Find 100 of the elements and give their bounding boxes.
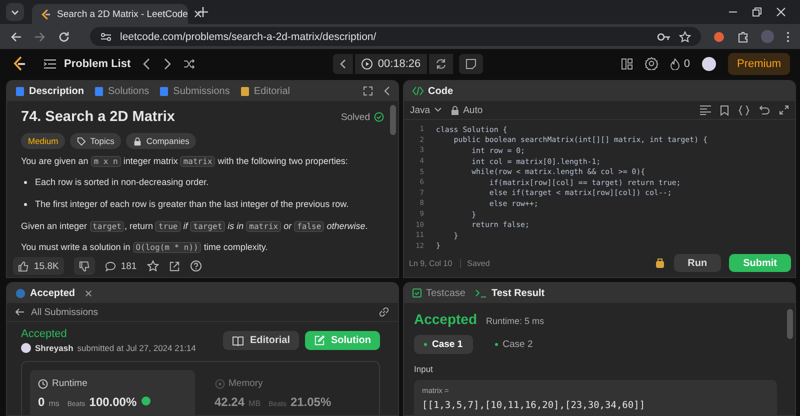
run-button[interactable]: Run [674,254,722,272]
checkbox-icon [412,288,422,298]
user-avatar[interactable] [702,56,716,70]
undo-icon[interactable] [759,104,770,116]
reload-icon[interactable] [58,30,70,42]
submission-time: submitted at Jul 27, 2024 21:14 [77,343,196,353]
help-icon[interactable] [190,260,202,272]
timer-button[interactable]: 00:18:26 [354,54,427,74]
settings-icon[interactable] [644,57,658,70]
close-icon[interactable] [194,10,202,18]
tab-icon [159,86,170,96]
code-tab[interactable]: Code [412,86,453,96]
description-paragraph: You must write a solution in O(log(m * n)) time complexity. [21,241,269,254]
dot-icon [494,343,498,346]
key-icon[interactable] [657,32,671,42]
close-icon[interactable] [85,290,92,296]
debug-icon[interactable] [654,257,666,269]
username[interactable]: Shreyash [35,343,74,353]
tab-title: Search a 2D Matrix - LeetCode [57,8,188,20]
chevron-down-icon [434,107,442,113]
book-icon [232,336,244,346]
braces-icon[interactable] [738,104,750,116]
case-tab[interactable]: Case 2 [484,335,543,354]
collapse-icon[interactable] [383,86,390,96]
forward-icon[interactable] [34,30,46,42]
cursor-position: Ln 9, Col 10 [409,258,452,268]
like-button[interactable]: 15.8K [13,257,64,275]
memory-value: 42.24 [214,395,245,409]
check-circle-icon [374,112,384,122]
case-tab[interactable]: Case 1 [414,335,473,354]
restore-icon[interactable] [752,7,762,17]
runtime-label: Runtime [38,378,186,389]
all-submissions-link[interactable]: All Submissions [15,306,98,318]
runtime-text: Runtime: 5 ms [486,316,544,326]
thumbs-up-icon [18,260,29,272]
notes-button[interactable] [458,54,483,74]
link-icon[interactable] [378,306,390,318]
thumbs-down-icon [78,260,90,272]
difficulty-tag[interactable]: Medium [21,133,66,149]
memory-unit: MB [248,399,261,408]
more-icon[interactable] [786,30,790,42]
bullet-item: Each row is sorted in non-decreasing order. [21,176,384,189]
saved-status: Saved [460,258,490,268]
panel-tab[interactable]: Test Result [475,288,545,298]
previous-button[interactable] [332,54,353,74]
topic-tag[interactable]: Topics [70,133,122,149]
flame-icon [670,58,680,70]
badge-icon [140,396,151,406]
fullscreen-icon[interactable] [363,86,373,96]
play-icon [360,58,373,70]
input-label: Input [414,364,434,374]
accepted-tab[interactable]: Accepted [15,288,76,298]
auto-mode-toggle[interactable]: Auto [451,104,483,116]
close-window-icon[interactable] [776,7,786,17]
runtime-value: 0 [38,395,45,409]
panel-tab[interactable]: Editorial [240,86,290,96]
shuffle-icon[interactable] [182,58,195,70]
panel-tab[interactable]: Description [15,86,84,96]
tab-list-button[interactable] [6,3,24,21]
previous-icon[interactable] [142,58,151,70]
panel-tab[interactable]: Submissions [159,86,230,96]
streak-counter[interactable]: 0 [670,58,690,70]
dislike-button[interactable] [74,257,95,275]
tab-icon [94,86,104,96]
leetcode-logo-icon[interactable] [12,56,26,72]
bullet-item: The first integer of each row is greater than the last integer of the previous row. [21,198,384,211]
star-icon[interactable] [679,30,691,42]
puzzle-icon[interactable] [737,30,749,42]
share-icon[interactable] [168,260,180,272]
panel-tab[interactable]: Solutions [94,86,150,96]
premium-button[interactable]: Premium [728,52,790,74]
editorial-button[interactable]: Editorial [222,331,299,350]
bookmark-icon[interactable] [720,104,729,116]
language-dropdown[interactable]: Java [410,104,442,116]
reset-button[interactable] [428,54,453,74]
address-bar[interactable]: leetcode.com/problems/search-a-2d-matrix/description/ [90,27,701,46]
terminal-icon [475,288,488,298]
panel-tab[interactable]: Testcase [412,288,466,298]
layout-icon[interactable] [620,58,633,70]
circle-icon [15,288,26,298]
chevron-left-icon [338,58,347,68]
problem-list-link[interactable]: Problem List [44,58,131,70]
star-icon[interactable] [146,260,159,272]
format-icon[interactable] [700,105,711,115]
result-status: Accepted [414,311,478,327]
topic-tag[interactable]: Companies [126,133,196,149]
extension-icon[interactable] [713,30,725,42]
site-settings-icon[interactable] [100,30,112,42]
reset-icon [434,58,447,70]
new-tab-icon[interactable] [198,7,208,17]
lock-icon [451,106,460,114]
scrollbar[interactable] [390,105,396,135]
expand-icon[interactable] [779,105,789,115]
back-icon[interactable] [10,30,22,42]
comments-button[interactable]: 181 [104,260,137,272]
lock-icon [133,136,142,146]
scrollbar[interactable] [787,309,793,339]
chip-icon [214,378,224,388]
next-icon[interactable] [162,58,171,70]
runtime-percentile: 100.00% [89,395,137,409]
